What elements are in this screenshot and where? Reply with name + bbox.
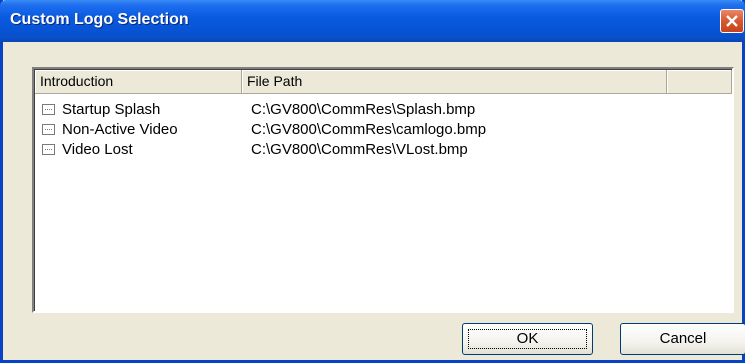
item-file-path: C:\GV800\CommRes\VLost.bmp [251,141,468,158]
tree-leaf-box-icon [42,144,55,155]
item-introduction: Startup Splash [62,101,161,118]
tree-leaf-box-icon [42,124,55,135]
list-item[interactable]: Startup Splash C:\GV800\CommRes\Splash.b… [36,100,726,120]
column-header-introduction[interactable]: Introduction [35,70,242,94]
list-item[interactable]: Video Lost C:\GV800\CommRes\VLost.bmp [36,140,726,160]
tree-leaf-box-icon [42,104,55,115]
item-file-path: C:\GV800\CommRes\camlogo.bmp [251,121,487,138]
ok-button-label: OK [516,330,539,347]
list-item[interactable]: Non-Active Video C:\GV800\CommRes\camlog… [36,120,726,140]
title-bar[interactable]: Custom Logo Selection [0,0,745,42]
close-icon [726,15,738,27]
item-introduction: Non-Active Video [62,121,178,138]
ok-button[interactable]: OK [462,323,593,355]
column-header-file-path[interactable]: File Path [242,70,667,94]
dialog-window: Custom Logo Selection Introduction File … [0,0,745,363]
window-title: Custom Logo Selection [10,11,189,28]
close-button[interactable] [720,9,744,33]
cancel-button[interactable]: Cancel [620,323,745,355]
logo-list-view[interactable]: Introduction File Path Startup Splash C:… [32,67,734,313]
item-file-path: C:\GV800\CommRes\Splash.bmp [251,101,476,118]
item-introduction: Video Lost [62,141,133,158]
column-header-empty[interactable] [667,70,732,94]
